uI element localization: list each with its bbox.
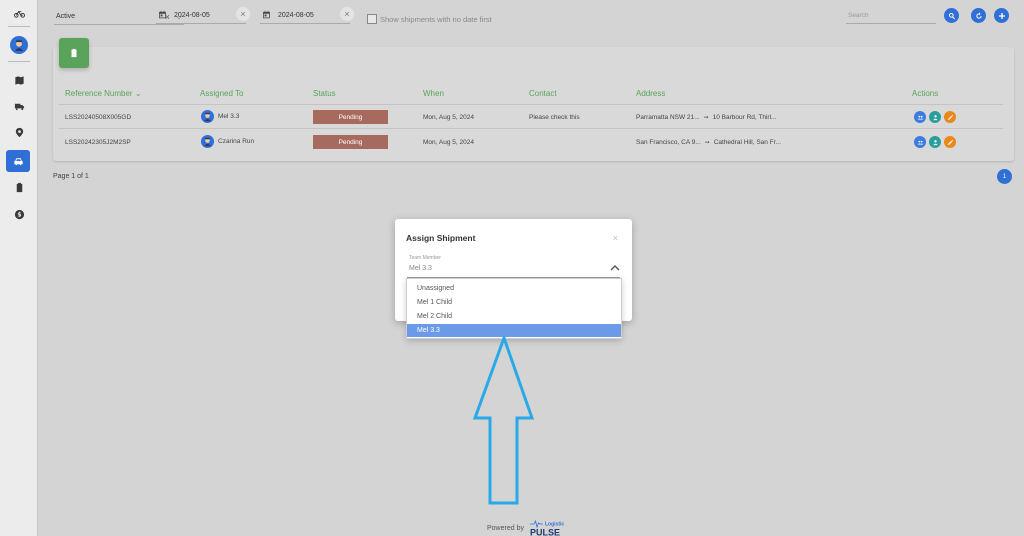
view-driver-button[interactable] bbox=[929, 136, 941, 148]
assign-team-button[interactable] bbox=[914, 136, 926, 148]
truck-icon[interactable] bbox=[0, 96, 38, 116]
modal-title: Assign Shipment bbox=[406, 233, 476, 243]
assignee-name: Czarina Run bbox=[218, 138, 255, 145]
sidebar-divider bbox=[8, 26, 30, 27]
filter-bar: Active × ⌵ 2024-08-05 × 2024-08-05 × Sho… bbox=[38, 0, 1024, 32]
svg-text:PULSE: PULSE bbox=[530, 528, 560, 536]
row-1-address: Parramatta NSW 21... ➙ 10 Barbour Rd, Thir… bbox=[636, 114, 777, 121]
edit-button[interactable] bbox=[944, 111, 956, 123]
plus-icon bbox=[998, 12, 1005, 19]
header-divider bbox=[59, 104, 1003, 105]
status-badge: Pending bbox=[313, 135, 388, 149]
car-icon[interactable] bbox=[6, 150, 30, 172]
bicycle-icon[interactable] bbox=[0, 3, 38, 23]
row-1-contact: Please check this bbox=[529, 114, 580, 121]
column-header-status: Status bbox=[313, 89, 336, 98]
option-mel-2-child[interactable]: Mel 2 Child bbox=[407, 310, 621, 323]
route-arrow-icon: ➙ bbox=[704, 140, 710, 146]
shipments-card-icon bbox=[59, 38, 89, 68]
show-no-date-checkbox[interactable] bbox=[367, 14, 377, 24]
clipboard-icon[interactable] bbox=[0, 177, 38, 197]
team-icon bbox=[917, 115, 923, 120]
edit-button[interactable] bbox=[944, 136, 956, 148]
clear-date-to-button[interactable]: × bbox=[340, 7, 354, 21]
row-2-reference[interactable]: LSS20242305J2M2SP bbox=[65, 139, 131, 146]
column-header-actions: Actions bbox=[912, 89, 939, 98]
refresh-button[interactable] bbox=[971, 8, 986, 23]
column-header-assigned: Assigned To bbox=[200, 89, 244, 98]
search-input[interactable]: Search bbox=[846, 8, 936, 24]
chevron-up-icon[interactable] bbox=[610, 264, 620, 272]
status-badge: Pending bbox=[313, 110, 388, 124]
dollar-icon[interactable]: $ bbox=[0, 204, 38, 224]
close-icon[interactable]: × bbox=[613, 233, 618, 243]
team-member-select[interactable]: Mel 3.3 bbox=[409, 265, 432, 272]
search-placeholder: Search bbox=[848, 12, 869, 19]
svg-text:$: $ bbox=[17, 211, 21, 218]
sidebar: $ bbox=[0, 0, 38, 536]
status-select-value: Active bbox=[56, 13, 76, 20]
row-1-assignee: Mel 3.3 bbox=[201, 110, 239, 123]
assignee-name: Mel 3.3 bbox=[218, 113, 240, 120]
refresh-icon bbox=[975, 11, 982, 19]
date-from-field[interactable]: 2024-08-05 bbox=[156, 8, 246, 24]
search-button[interactable] bbox=[944, 8, 959, 23]
avatar bbox=[201, 110, 214, 123]
date-to-value: 2024-08-05 bbox=[278, 12, 314, 19]
map-icon[interactable] bbox=[0, 70, 38, 90]
calendar-icon bbox=[262, 10, 271, 19]
date-to-field[interactable]: 2024-08-05 bbox=[260, 8, 350, 24]
row-1-reference[interactable]: LSS20240508X005GD bbox=[65, 114, 131, 121]
view-driver-button[interactable] bbox=[929, 111, 941, 123]
row-divider bbox=[59, 128, 1003, 129]
column-header-when: When bbox=[423, 89, 444, 98]
sidebar-avatar[interactable] bbox=[0, 35, 38, 55]
pencil-icon bbox=[947, 114, 953, 120]
row-1-when: Mon, Aug 5, 2024 bbox=[423, 114, 474, 121]
team-member-label: Team Member bbox=[409, 255, 441, 261]
page-indicator: Page 1 of 1 bbox=[53, 173, 89, 180]
row-2-assignee: Czarina Run bbox=[201, 135, 254, 148]
team-icon bbox=[917, 140, 923, 145]
pulse-logo: Logistic PULSE bbox=[530, 519, 564, 536]
date-from-value: 2024-08-05 bbox=[174, 12, 210, 19]
column-header-reference[interactable]: Reference Number ⌄ bbox=[65, 89, 142, 98]
assign-team-button[interactable] bbox=[914, 111, 926, 123]
avatar bbox=[201, 135, 214, 148]
clear-date-from-button[interactable]: × bbox=[236, 7, 250, 21]
team-member-dropdown: Unassigned Mel 1 Child Mel 2 Child Mel 3… bbox=[406, 278, 622, 339]
row-2-when: Mon, Aug 5, 2024 bbox=[423, 139, 474, 146]
sort-down-icon[interactable]: ⌄ bbox=[135, 89, 142, 98]
powered-by-text: Powered by bbox=[487, 525, 524, 532]
avatar bbox=[10, 36, 28, 54]
page-1-button[interactable]: 1 bbox=[997, 169, 1012, 184]
column-header-contact: Contact bbox=[529, 89, 557, 98]
clipboard-icon bbox=[71, 48, 77, 58]
option-unassigned[interactable]: Unassigned bbox=[407, 282, 621, 295]
row-2-address: San Francisco, CA 9... ➙ Cathedral Hill, S… bbox=[636, 139, 781, 146]
sidebar-divider bbox=[8, 61, 30, 62]
driver-icon bbox=[932, 114, 938, 120]
pencil-icon bbox=[947, 139, 953, 145]
calendar-icon bbox=[158, 10, 167, 19]
search-icon bbox=[948, 12, 955, 19]
driver-icon bbox=[932, 139, 938, 145]
show-no-date-label: Show shipments with no date first bbox=[380, 15, 492, 24]
column-header-address: Address bbox=[636, 89, 666, 98]
add-shipment-button[interactable] bbox=[994, 8, 1009, 23]
annotation-arrow-icon bbox=[472, 335, 535, 505]
location-pin-icon[interactable] bbox=[0, 122, 38, 142]
route-arrow-icon: ➙ bbox=[703, 115, 709, 121]
option-mel-1-child[interactable]: Mel 1 Child bbox=[407, 296, 621, 309]
